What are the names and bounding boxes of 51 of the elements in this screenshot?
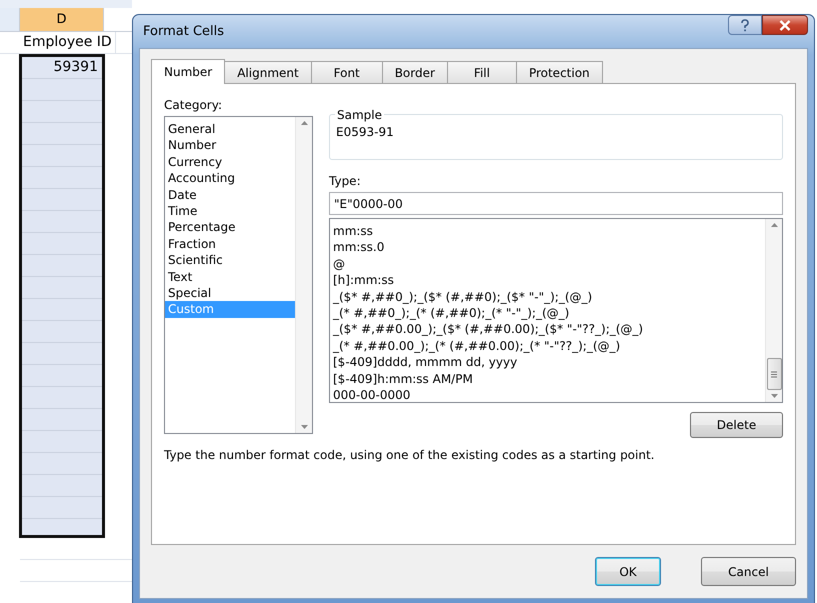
table-cell[interactable]: Employee ID bbox=[20, 32, 116, 53]
scroll-thumb[interactable] bbox=[766, 358, 782, 390]
scroll-down-icon[interactable] bbox=[300, 425, 308, 429]
list-item[interactable]: Number bbox=[165, 137, 295, 154]
help-button[interactable] bbox=[728, 15, 762, 35]
type-field[interactable]: "E"0000-00 bbox=[329, 192, 783, 215]
help-icon bbox=[740, 18, 750, 32]
scrollbar[interactable] bbox=[765, 219, 782, 402]
grip-icon bbox=[771, 370, 777, 378]
list-item[interactable]: Accounting bbox=[165, 170, 295, 187]
category-label: Category: bbox=[164, 97, 223, 114]
tab[interactable]: Number bbox=[151, 59, 226, 84]
list-item[interactable]: mm:ss bbox=[330, 223, 765, 240]
list-item[interactable]: Percentage bbox=[165, 219, 295, 236]
tab[interactable]: Fill bbox=[446, 61, 517, 83]
tab[interactable]: Protection bbox=[516, 61, 603, 83]
tab[interactable]: Border bbox=[382, 61, 448, 83]
list-item[interactable]: _($* #,##0_);_($* (#,##0);_($* "-"_);_(@_) bbox=[330, 288, 765, 306]
list-item[interactable]: [$-409]h:mm:ss AM/PM bbox=[330, 370, 765, 388]
tab[interactable]: Alignment bbox=[224, 61, 312, 83]
scroll-up-icon[interactable] bbox=[300, 121, 308, 125]
close-button[interactable] bbox=[762, 15, 808, 35]
list-item[interactable]: mm:ss.0 bbox=[330, 239, 765, 256]
tab[interactable]: Font bbox=[310, 61, 383, 83]
list-item[interactable]: 000-00-0000 bbox=[330, 387, 765, 404]
cancel-button[interactable]: Cancel bbox=[701, 557, 796, 586]
list-item[interactable]: _(* #,##0.00_);_(* (#,##0.00);_(* "-"??_);_(@_) bbox=[330, 338, 765, 354]
list-item[interactable]: Scientific bbox=[165, 252, 295, 269]
scrollbar[interactable] bbox=[295, 117, 312, 433]
list-item[interactable]: _($* #,##0.00_);_($* (#,##0.00);_($* "-"??_);_(@_) bbox=[330, 321, 765, 338]
list-item[interactable]: Text bbox=[165, 268, 295, 286]
list-item[interactable]: Fraction bbox=[165, 236, 295, 252]
list-item[interactable]: _(* #,##0_);_(* (#,##0);_(* "-"_);_(@_) bbox=[330, 305, 765, 322]
window-title: Format Cells bbox=[142, 22, 224, 41]
scroll-down-icon[interactable] bbox=[770, 394, 778, 398]
delete-button[interactable]: Delete bbox=[690, 412, 783, 438]
list-item[interactable]: Special bbox=[165, 285, 295, 302]
list-item[interactable]: @ bbox=[330, 256, 765, 272]
sample-value: E0593-91 bbox=[336, 124, 395, 141]
hint-text: Type the number format code, using one of the existing codes as a starting point. bbox=[164, 447, 656, 464]
list-item[interactable]: [$-409]dddd, mmmm dd, yyyy bbox=[330, 354, 765, 371]
list-item[interactable]: Time bbox=[165, 203, 295, 220]
column-header[interactable]: D bbox=[20, 8, 104, 31]
ok-button[interactable]: OK bbox=[595, 557, 661, 586]
close-icon bbox=[779, 20, 791, 30]
scroll-up-icon[interactable] bbox=[770, 223, 778, 227]
list-item[interactable]: General bbox=[165, 121, 295, 138]
list-item[interactable]: Currency bbox=[165, 154, 295, 170]
list-item[interactable]: [h]:mm:ss bbox=[330, 272, 765, 289]
type-label: Type: bbox=[329, 173, 362, 190]
list-item[interactable]: Date bbox=[165, 186, 295, 204]
